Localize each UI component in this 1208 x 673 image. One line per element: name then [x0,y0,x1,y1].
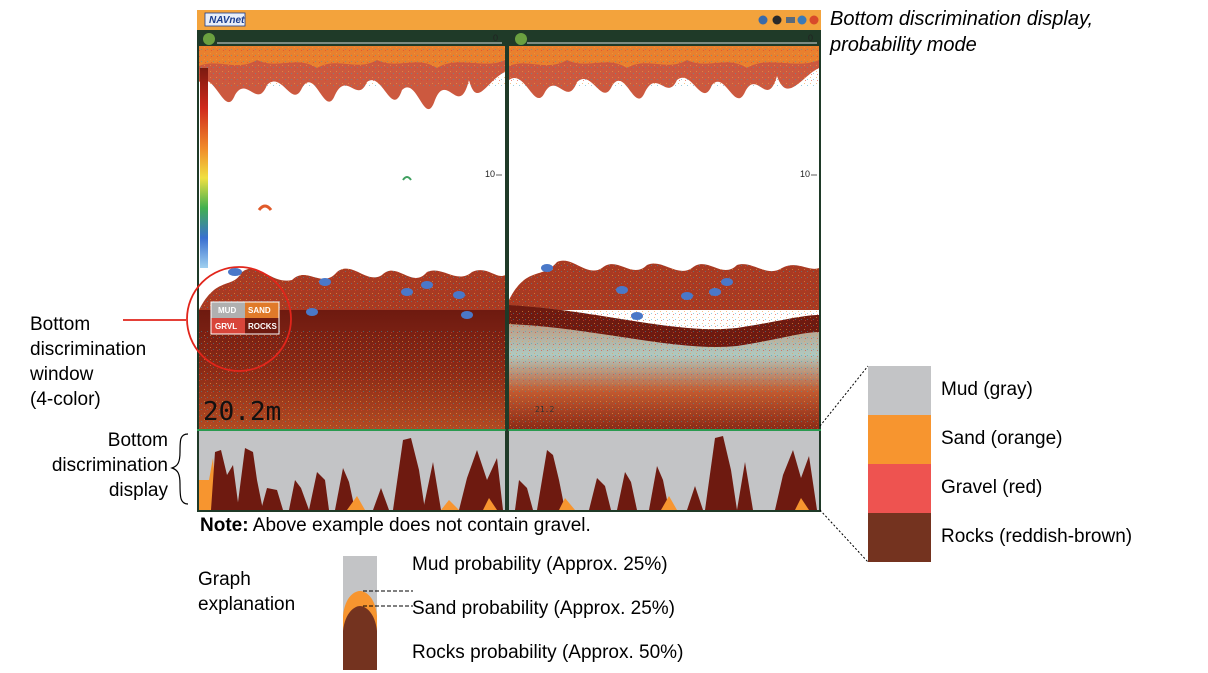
legend-zoom-line-bottom [819,509,869,563]
legend-label-rocks: Rocks (reddish-brown) [941,526,1133,547]
legend-label-sand: Sand (orange) [941,428,1063,449]
bd-display-label: Bottom discrimination display [51,430,168,501]
sand-probability-text: Sand probability (Approx. 25%) [412,598,675,619]
graph-explanation-diagram [343,556,413,670]
bd-window-label: Bottom discrimination window (4-color) [30,314,147,410]
legend-zoom-line-top [819,365,869,427]
legend-swatch-mud [868,366,931,415]
rocks-probability-text: Rocks probability (Approx. 50%) [412,642,684,663]
graph-explanation-label: Graph explanation [198,569,296,615]
legend-swatch-sand [868,415,931,464]
bd-window-callout-circle [186,266,292,372]
note: Note: Above example does not contain gra… [200,515,591,536]
bd-display-brace [170,433,189,505]
legend-label-gravel: Gravel (red) [941,477,1043,498]
legend-swatch-rocks [868,513,931,562]
legend-swatch-gravel [868,464,931,513]
legend-label-mud: Mud (gray) [941,379,1033,400]
mud-probability-text: Mud probability (Approx. 25%) [412,554,668,575]
graph-rocks-area [343,606,377,670]
